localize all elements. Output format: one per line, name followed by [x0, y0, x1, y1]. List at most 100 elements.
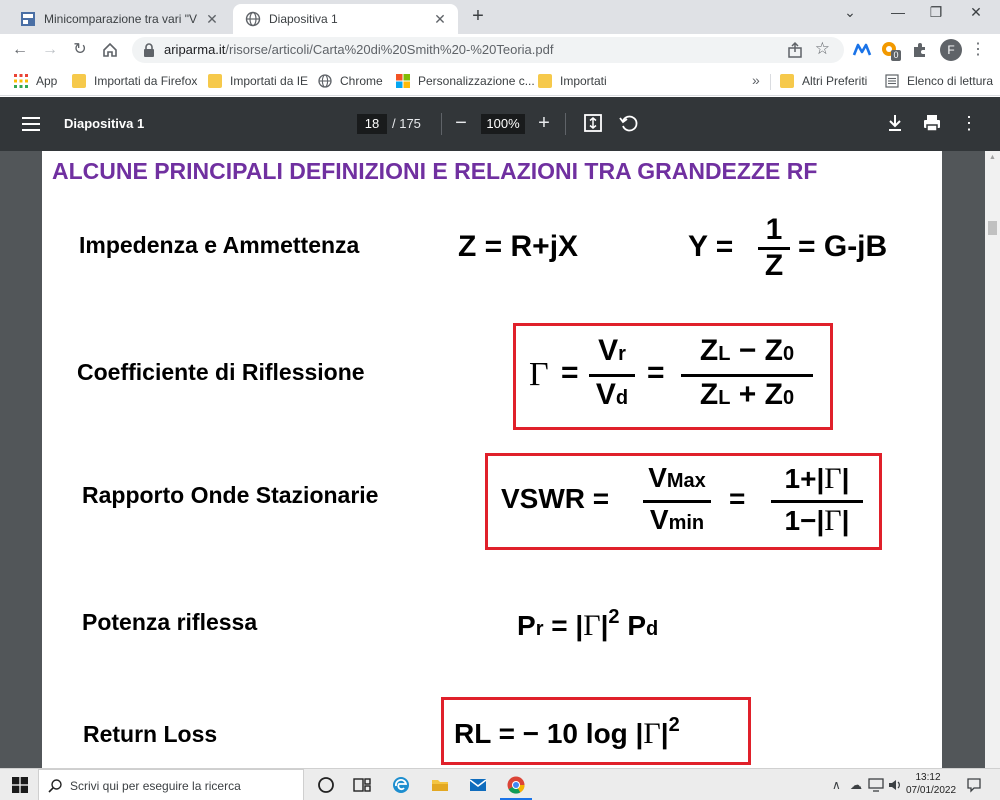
formula-vswr: VSWR = VMax Vmin = 1+|Γ| 1−|Γ|: [501, 462, 871, 544]
fit-to-page-icon[interactable]: [582, 112, 604, 134]
tab-search-chevron-icon[interactable]: ⌄: [832, 4, 868, 24]
zoom-in-button[interactable]: +: [534, 112, 554, 134]
label-return-loss: Return Loss: [83, 721, 218, 747]
formula-return-loss: RL = − 10 log |Γ|2: [454, 714, 680, 750]
reload-icon[interactable]: ↻: [70, 40, 90, 60]
file-explorer-icon[interactable]: [430, 775, 450, 795]
extensions-puzzle-icon[interactable]: [910, 40, 930, 60]
minimize-button[interactable]: —: [880, 4, 916, 24]
new-tab-button[interactable]: +: [467, 6, 489, 28]
bookmarks-divider: [770, 74, 771, 90]
rotate-icon[interactable]: [617, 112, 639, 134]
browser-toolbar: ← → ↻ ariparma.it/risorse/articoli/Carta…: [0, 34, 1000, 66]
url-domain: ariparma.it: [164, 42, 226, 57]
folder-icon: [208, 74, 222, 88]
folder-icon: [780, 74, 794, 88]
search-placeholder: Scrivi qui per eseguire la ricerca: [70, 779, 241, 793]
bookmark-personalizzazione[interactable]: Personalizzazione c...: [396, 72, 535, 90]
scroll-up-arrow-icon[interactable]: ▲: [989, 154, 996, 161]
folder-icon: [538, 74, 552, 88]
hamburger-menu-icon[interactable]: [22, 114, 40, 134]
reading-list-icon: [885, 74, 899, 88]
tab-title: Diapositiva 1: [269, 12, 338, 26]
vertical-scrollbar[interactable]: ▲: [985, 151, 1000, 768]
system-clock[interactable]: 13:12 07/01/2022: [906, 771, 957, 797]
url-path: /risorse/articoli/Carta%20di%20Smith%20-…: [225, 42, 554, 57]
tab-title: Minicomparazione tra vari "VNA": [44, 12, 198, 26]
zoom-out-button[interactable]: −: [451, 112, 471, 134]
bookmark-firefox[interactable]: Importati da Firefox: [72, 72, 197, 90]
bookmark-ie[interactable]: Importati da IE: [208, 72, 308, 90]
page-number-input[interactable]: 18: [357, 114, 387, 134]
extension-badge-icon[interactable]: 0: [880, 40, 901, 61]
share-icon[interactable]: [786, 41, 804, 59]
windows-start-icon[interactable]: [12, 777, 28, 793]
bookmark-label: Importati da Firefox: [94, 74, 198, 88]
bookmark-star-icon[interactable]: ☆: [815, 39, 830, 59]
home-icon[interactable]: [100, 40, 120, 60]
bookmark-label: Elenco di lettura: [907, 74, 994, 88]
formula-reflection: Γ = Vr Vd = ZL − Z0 ZL + Z0: [529, 334, 819, 420]
pdf-page: ALCUNE PRINCIPALI DEFINIZIONI E RELAZION…: [42, 151, 942, 768]
bookmark-label: Importati: [560, 74, 607, 88]
print-icon[interactable]: [921, 112, 943, 134]
bookmark-label: Importati da IE: [230, 74, 309, 88]
formula-impedance: Z = R+jX: [458, 230, 579, 263]
scrollbar-thumb[interactable]: [988, 221, 997, 235]
bookmarks-overflow-chevron[interactable]: »: [752, 72, 760, 88]
network-icon[interactable]: [868, 778, 884, 792]
browser-menu-icon[interactable]: ⋮: [970, 40, 986, 60]
bookmark-app[interactable]: App: [14, 72, 57, 90]
tab-minicomparazione[interactable]: Minicomparazione tra vari "VNA" ✕: [8, 4, 230, 34]
pdf-viewer-area[interactable]: ALCUNE PRINCIPALI DEFINIZIONI E RELAZION…: [0, 151, 1000, 768]
cloud-icon[interactable]: ☁: [850, 778, 862, 792]
toolbar-divider: [441, 113, 442, 135]
tab-strip: Minicomparazione tra vari "VNA" ✕ Diapos…: [0, 0, 1000, 34]
url-text: ariparma.it/risorse/articoli/Carta%20di%…: [164, 42, 553, 57]
label-vswr: Rapporto Onde Stazionarie: [82, 482, 379, 508]
forward-arrow-icon[interactable]: →: [40, 40, 60, 60]
label-impedenza: Impedenza e Ammettenza: [79, 232, 360, 258]
address-bar[interactable]: ariparma.it/risorse/articoli/Carta%20di%…: [132, 37, 844, 63]
more-options-icon[interactable]: ⋮: [958, 112, 980, 134]
notification-center-icon[interactable]: [966, 777, 982, 793]
bookmark-chrome[interactable]: Chrome: [318, 72, 383, 90]
tab-diapositiva[interactable]: Diapositiva 1 ✕: [233, 4, 458, 34]
mail-icon[interactable]: [468, 775, 488, 795]
clock-date: 07/01/2022: [906, 785, 957, 796]
cortana-icon[interactable]: [316, 775, 336, 795]
windows-logo-icon: [396, 74, 410, 88]
bookmark-importati[interactable]: Importati: [538, 72, 607, 90]
tray-overflow-chevron-icon[interactable]: ∧: [832, 778, 841, 792]
zoom-level-input[interactable]: 100%: [481, 114, 525, 134]
chrome-taskbar-icon[interactable]: [506, 775, 526, 795]
extension-m-icon[interactable]: [852, 40, 872, 60]
reading-list-button[interactable]: Elenco di lettura: [885, 72, 993, 90]
document-favicon-icon: [21, 12, 35, 26]
extension-badge-count: 0: [891, 50, 901, 61]
bookmark-label: Altri Preferiti: [802, 74, 868, 88]
edge-browser-icon[interactable]: [391, 775, 411, 795]
label-riflessione: Coefficiente di Riflessione: [77, 359, 365, 385]
volume-icon[interactable]: [888, 778, 902, 792]
profile-avatar[interactable]: F: [940, 39, 962, 61]
lock-icon: [144, 43, 154, 57]
task-view-icon[interactable]: [352, 775, 372, 795]
tab-close-icon[interactable]: ✕: [432, 11, 448, 27]
windows-taskbar: Scrivi qui per eseguire la ricerca ∧ ☁ 1: [0, 768, 1000, 800]
toolbar-divider: [565, 113, 566, 135]
taskbar-search-box[interactable]: Scrivi qui per eseguire la ricerca: [38, 769, 304, 800]
bookmark-label: App: [36, 74, 58, 88]
folder-icon: [72, 74, 86, 88]
download-icon[interactable]: [884, 112, 906, 134]
bookmark-label: Chrome: [340, 74, 383, 88]
window-close-button[interactable]: ✕: [958, 4, 994, 24]
restore-button[interactable]: ❐: [918, 4, 954, 24]
formula-admittance: Y = 1 Z = G-jB: [688, 213, 888, 282]
back-arrow-icon[interactable]: ←: [10, 40, 30, 60]
tab-close-icon[interactable]: ✕: [204, 11, 220, 27]
bookmark-label: Personalizzazione c...: [418, 74, 535, 88]
bookmark-altri-preferiti[interactable]: Altri Preferiti: [780, 72, 867, 90]
pdf-toolbar: Diapositiva 1 18 / 175 − 100% + ⋮: [0, 97, 1000, 151]
globe-icon: [318, 74, 332, 88]
